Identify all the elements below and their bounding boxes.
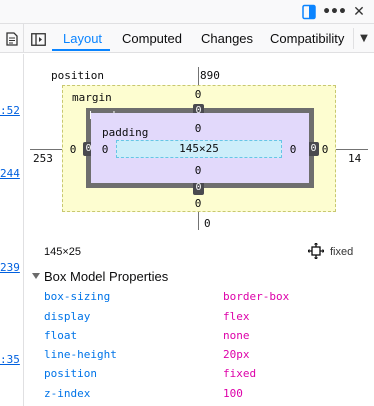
position-right-value[interactable]: 14 <box>348 152 361 165</box>
padding-top-value[interactable]: 0 <box>194 122 202 135</box>
property-value: fixed <box>223 367 257 380</box>
box-model-properties-header[interactable]: Box Model Properties <box>24 266 374 288</box>
margin-bottom-value[interactable]: 0 <box>194 197 202 210</box>
more-options-icon[interactable]: ••• <box>322 3 347 21</box>
property-name: box-sizing <box>44 290 111 303</box>
dock-side-icon[interactable] <box>300 3 318 21</box>
position-left-value[interactable]: 253 <box>33 152 53 165</box>
tabs-divider <box>353 28 354 49</box>
margin-left-value[interactable]: 0 <box>69 143 77 156</box>
property-row: line-height 20px <box>24 346 374 365</box>
content-box[interactable]: 145×25 <box>116 140 282 158</box>
chevron-down-icon[interactable]: ▼ <box>358 32 370 44</box>
property-name: z-index <box>44 387 91 400</box>
element-size: 145×25 <box>44 246 82 258</box>
property-name: position <box>44 367 97 380</box>
property-value: border-box <box>223 290 290 303</box>
close-icon[interactable]: ✕ <box>350 3 368 21</box>
padding-right-value[interactable]: 0 <box>289 143 297 156</box>
crosshair-icon[interactable] <box>307 242 325 260</box>
border-right-value[interactable]: 0 <box>308 142 319 156</box>
element-position-type: fixed <box>330 246 354 258</box>
devtools-toolbar: ••• ✕ <box>0 0 374 24</box>
property-value: none <box>223 329 250 342</box>
source-file-tab[interactable] <box>0 24 24 53</box>
position-top-value[interactable]: 890 <box>200 69 220 82</box>
source-link[interactable]: 239 <box>0 261 20 274</box>
source-link[interactable]: 244 <box>0 167 20 180</box>
position-bottom-value[interactable]: 0 <box>204 217 211 230</box>
property-value: 20px <box>223 348 250 361</box>
tab-changes[interactable]: Changes <box>201 24 253 53</box>
position-right-line <box>336 149 368 150</box>
border-bottom-value[interactable]: 0 <box>193 181 204 195</box>
property-name: line-height <box>44 348 117 361</box>
source-gutter: :52 244 239 :35 <box>0 54 24 406</box>
position-left-line <box>30 149 62 150</box>
property-value: flex <box>223 310 250 323</box>
property-row: z-index 100 <box>24 385 374 404</box>
tab-computed[interactable]: Computed <box>122 24 182 53</box>
property-name: display <box>44 310 91 323</box>
property-row: box-sizing border-box <box>24 288 374 307</box>
padding-bottom-value[interactable]: 0 <box>194 164 202 177</box>
box-model-properties-title: Box Model Properties <box>44 269 169 284</box>
expand-twisty-icon[interactable] <box>32 273 40 279</box>
selected-tab-indicator <box>52 49 110 51</box>
position-top-line <box>198 67 199 85</box>
margin-label: margin <box>72 91 112 104</box>
padding-label: padding <box>102 126 149 139</box>
position-label: position <box>51 69 104 82</box>
element-size-row: 145×25 fixed <box>24 240 374 264</box>
sidebar-toggle-icon[interactable] <box>29 30 47 48</box>
tab-compatibility[interactable]: Compatibility <box>270 24 344 53</box>
file-icon <box>5 31 18 46</box>
property-row: display flex <box>24 308 374 327</box>
property-value: 100 <box>223 387 243 400</box>
property-row: float none <box>24 327 374 346</box>
sidebar-tabs: Layout Computed Changes Compatibility ▼ <box>0 24 374 53</box>
margin-right-value[interactable]: 0 <box>321 143 329 156</box>
margin-top-value[interactable]: 0 <box>194 88 202 101</box>
source-link[interactable]: :35 <box>0 353 20 366</box>
property-row: position fixed <box>24 365 374 384</box>
property-name: float <box>44 329 78 342</box>
source-link[interactable]: :52 <box>0 104 20 117</box>
padding-left-value[interactable]: 0 <box>101 143 109 156</box>
box-model-diagram: position 890 253 14 0 margin 0 0 0 0 bor… <box>24 54 374 234</box>
position-bottom-line <box>198 212 199 230</box>
